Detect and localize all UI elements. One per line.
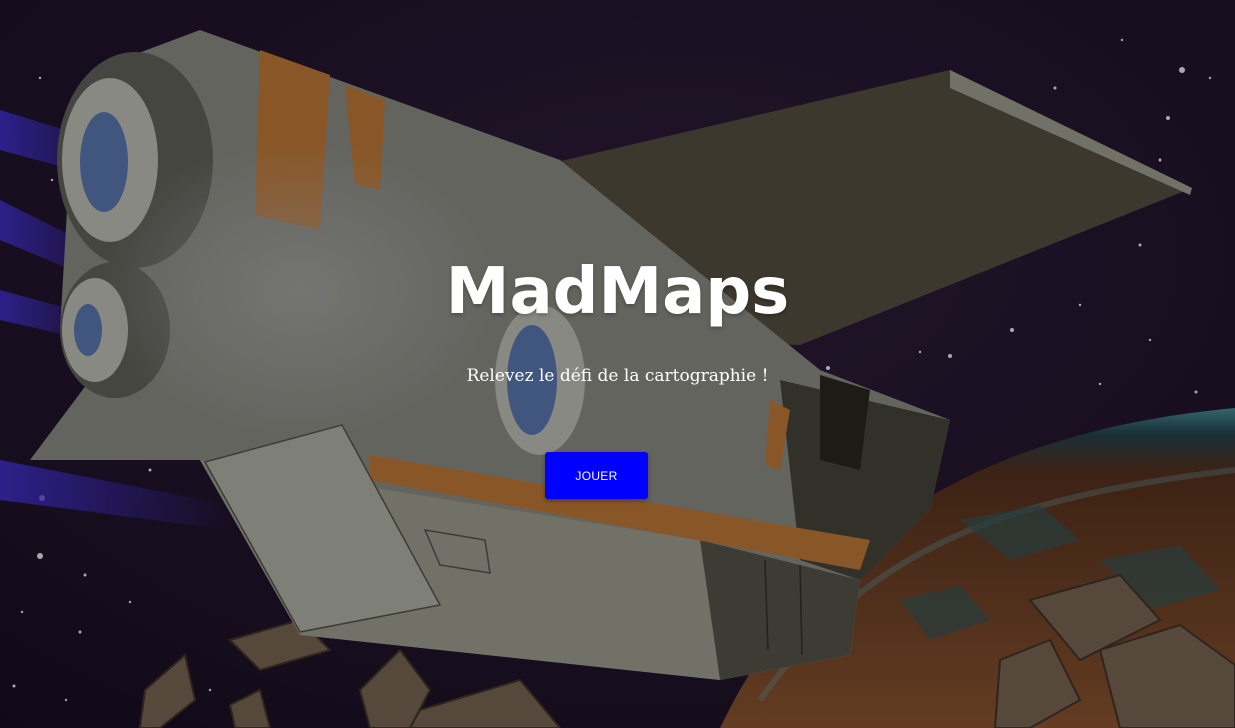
play-button[interactable]: JOUER: [545, 452, 648, 499]
hero: MadMaps Relevez le défi de la cartograph…: [0, 0, 1235, 728]
tagline: Relevez le défi de la cartographie !: [466, 366, 769, 386]
page-title: MadMaps: [445, 255, 790, 329]
landing-page: MadMaps Relevez le défi de la cartograph…: [0, 0, 1235, 728]
